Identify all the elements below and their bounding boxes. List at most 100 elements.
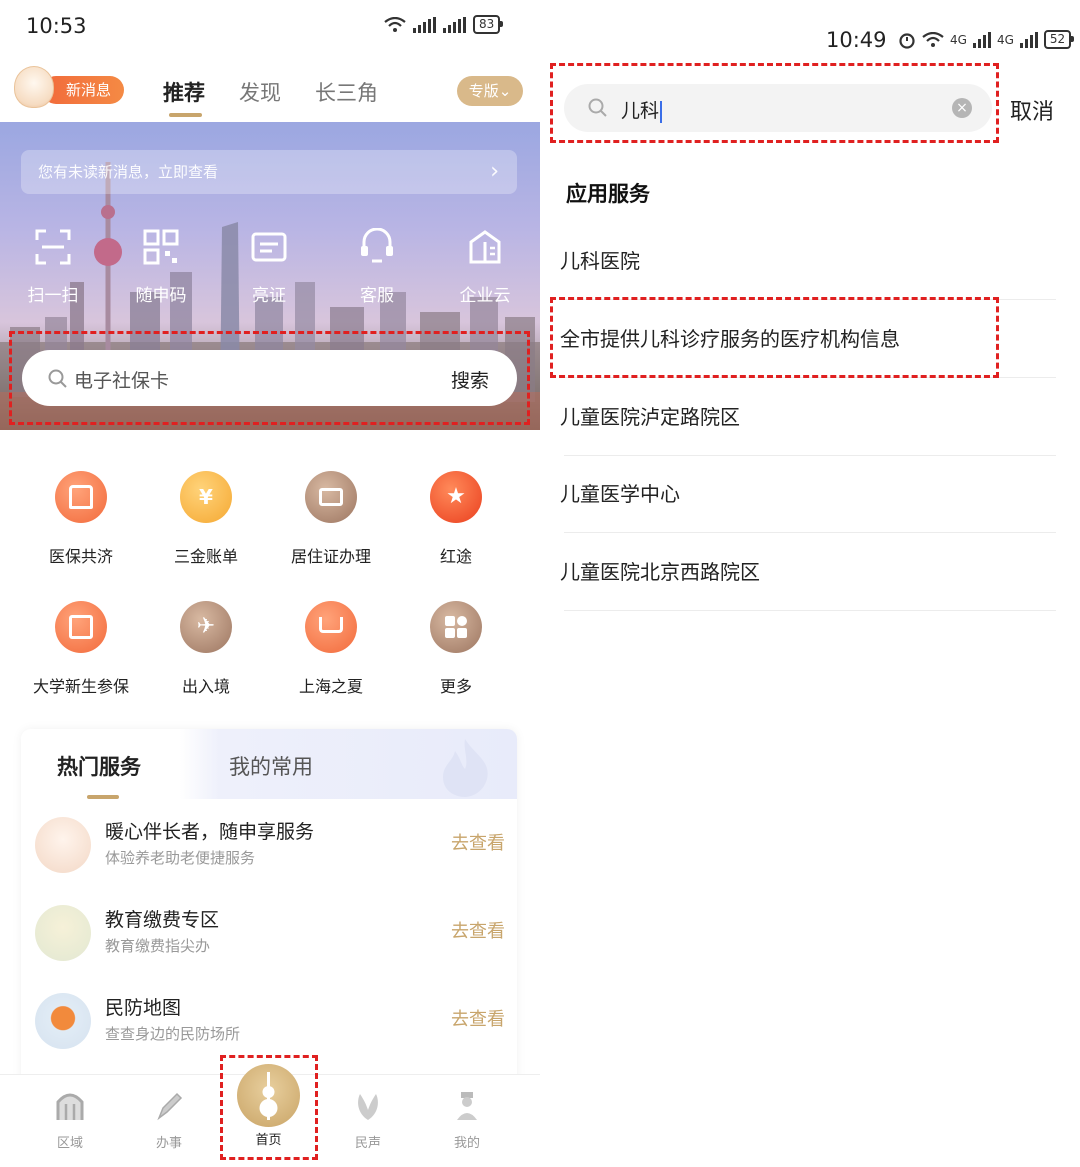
signal-icon [1019, 31, 1038, 48]
quick-action-label: 客服 [360, 286, 394, 306]
new-message-button[interactable]: 新消息 [14, 66, 124, 108]
search-result-item[interactable]: 儿童医院北京西路院区 [560, 533, 1056, 611]
cancel-button[interactable]: 取消 [1010, 94, 1054, 126]
tab-discover[interactable]: 发现 [239, 77, 281, 107]
wifi-icon [384, 16, 406, 32]
signal-icon [972, 31, 991, 48]
new-message-label: 新消息 [42, 76, 124, 104]
civil-defense-map-avatar [35, 993, 91, 1049]
service-more[interactable]: 更多 [402, 601, 510, 697]
quick-scan[interactable]: 扫一扫 [10, 228, 96, 306]
residence-card-icon [305, 471, 357, 523]
hot-service-title: 民防地图 [105, 997, 182, 1019]
qr-code-icon [143, 229, 179, 265]
tab-recommend[interactable]: 推荐 [163, 77, 205, 107]
quick-action-label: 企业云 [459, 286, 511, 306]
nav-label: 区域 [56, 1136, 83, 1151]
battery-icon: 83 [473, 15, 504, 34]
battery-icon: 52 [1043, 30, 1075, 49]
service-red-route[interactable]: ★ 红途 [402, 471, 510, 567]
hot-service-subtitle: 查查身边的民防场所 [105, 1025, 241, 1043]
view-button[interactable]: 去查看 [451, 829, 505, 855]
signal-icon [413, 16, 436, 33]
view-button[interactable]: 去查看 [451, 917, 505, 943]
hot-service-row[interactable]: 民防地图 查查身边的民防场所 去查看 [35, 993, 505, 1063]
wifi-icon [922, 31, 944, 47]
tab-yangtze-delta[interactable]: 长三角 [315, 77, 378, 107]
tab-hot-services[interactable]: 热门服务 [57, 751, 141, 781]
id-card-icon [251, 232, 287, 262]
status-time: 10:53 [26, 14, 87, 38]
building-icon [469, 230, 501, 264]
right-phone-screen: 10:49 4G 4G 52 儿科 × 取消 应用服务 儿科医院 全市提供儿科诊… [540, 0, 1080, 1167]
airplane-icon: ✈ [180, 601, 232, 653]
left-phone-screen: 10:53 83 新消息 推荐 发现 长三角 专版⌄ 您有未读新消息，立即查看 … [0, 0, 540, 1167]
district-icon [56, 1093, 84, 1120]
search-result-item[interactable]: 儿童医院泸定路院区 [560, 378, 1056, 456]
quick-enterprise-cloud[interactable]: 企业云 [442, 228, 528, 306]
mascot-avatar [35, 817, 91, 873]
tab-my-favorites[interactable]: 我的常用 [229, 751, 313, 781]
highlight-search-input [550, 63, 999, 143]
service-label: 更多 [439, 677, 472, 696]
hot-service-row[interactable]: 教育缴费专区 教育缴费指尖办 去查看 [35, 905, 505, 975]
hot-service-row[interactable]: 暖心伴长者，随申享服务 体验养老助老便捷服务 去查看 [35, 817, 505, 887]
network-type: 4G [950, 32, 967, 47]
nav-label: 民声 [354, 1136, 381, 1151]
view-button[interactable]: 去查看 [451, 1005, 505, 1031]
service-three-funds[interactable]: ¥ 三金账单 [152, 471, 260, 567]
quick-action-label: 亮证 [252, 286, 286, 306]
service-label: 红途 [439, 547, 472, 566]
hot-services-card: 热门服务 我的常用 暖心伴长者，随申享服务 体验养老助老便捷服务 去查看 教育缴… [21, 729, 517, 1089]
service-shanghai-summer[interactable]: 上海之夏 [277, 601, 385, 697]
graduation-trophy-avatar [35, 905, 91, 961]
nav-district[interactable]: 区域 [30, 1090, 110, 1151]
nav-label: 办事 [155, 1136, 182, 1151]
divider [564, 610, 1056, 611]
alarm-icon [899, 32, 915, 49]
hot-service-title: 暖心伴长者，随申享服务 [105, 821, 315, 843]
quick-action-label: 扫一扫 [27, 286, 79, 306]
service-medical-insurance[interactable]: 医保共济 [27, 471, 135, 567]
service-student-insurance[interactable]: 大学新生参保 [27, 601, 135, 697]
scan-icon [35, 229, 71, 265]
section-title: 应用服务 [566, 182, 650, 206]
hot-service-subtitle: 教育缴费指尖办 [105, 937, 211, 955]
active-tab-indicator [169, 113, 202, 117]
quick-suishen-code[interactable]: 随申码 [118, 228, 204, 306]
unread-notice-bar[interactable]: 您有未读新消息，立即查看 › [21, 150, 517, 194]
network-type: 4G [996, 32, 1014, 47]
nav-services[interactable]: 办事 [129, 1090, 209, 1151]
hot-service-title: 教育缴费专区 [105, 909, 220, 931]
result-label: 儿童医学中心 [560, 482, 680, 506]
quick-show-id[interactable]: 亮证 [226, 228, 312, 306]
service-label: 上海之夏 [298, 677, 363, 696]
nav-public-voice[interactable]: 民声 [328, 1090, 408, 1151]
edition-button[interactable]: 专版⌄ [457, 76, 523, 106]
search-result-item[interactable]: 儿童医学中心 [560, 455, 1056, 533]
nav-profile[interactable]: 我的 [427, 1090, 507, 1151]
profile-icon [457, 1092, 477, 1120]
nav-label: 我的 [453, 1136, 480, 1151]
unread-notice-text: 您有未读新消息，立即查看 [38, 163, 219, 181]
yuan-house-icon: ¥ [180, 471, 232, 523]
highlight-result [550, 297, 999, 378]
result-label: 儿童医院泸定路院区 [560, 405, 740, 429]
status-time: 10:49 [826, 28, 887, 52]
enrollment-icon [55, 601, 107, 653]
mascot-icon [14, 66, 54, 108]
chevron-right-icon: › [490, 159, 499, 184]
service-residence-permit[interactable]: 居住证办理 [277, 471, 385, 567]
service-label: 三金账单 [173, 547, 238, 566]
highlight-home-tab [220, 1055, 318, 1160]
hot-service-subtitle: 体验养老助老便捷服务 [105, 849, 256, 867]
service-label: 出入境 [181, 677, 230, 696]
quick-customer-service[interactable]: 客服 [334, 227, 420, 306]
search-result-item[interactable]: 儿科医院 [560, 222, 1056, 300]
signal-icon [443, 16, 466, 33]
service-immigration[interactable]: ✈ 出入境 [152, 601, 260, 697]
service-label: 大学新生参保 [32, 677, 129, 696]
status-icons: 4G 4G 52 [898, 30, 1075, 49]
highlight-search-bar [9, 331, 530, 425]
result-label: 儿童医院北京西路院区 [560, 560, 760, 584]
